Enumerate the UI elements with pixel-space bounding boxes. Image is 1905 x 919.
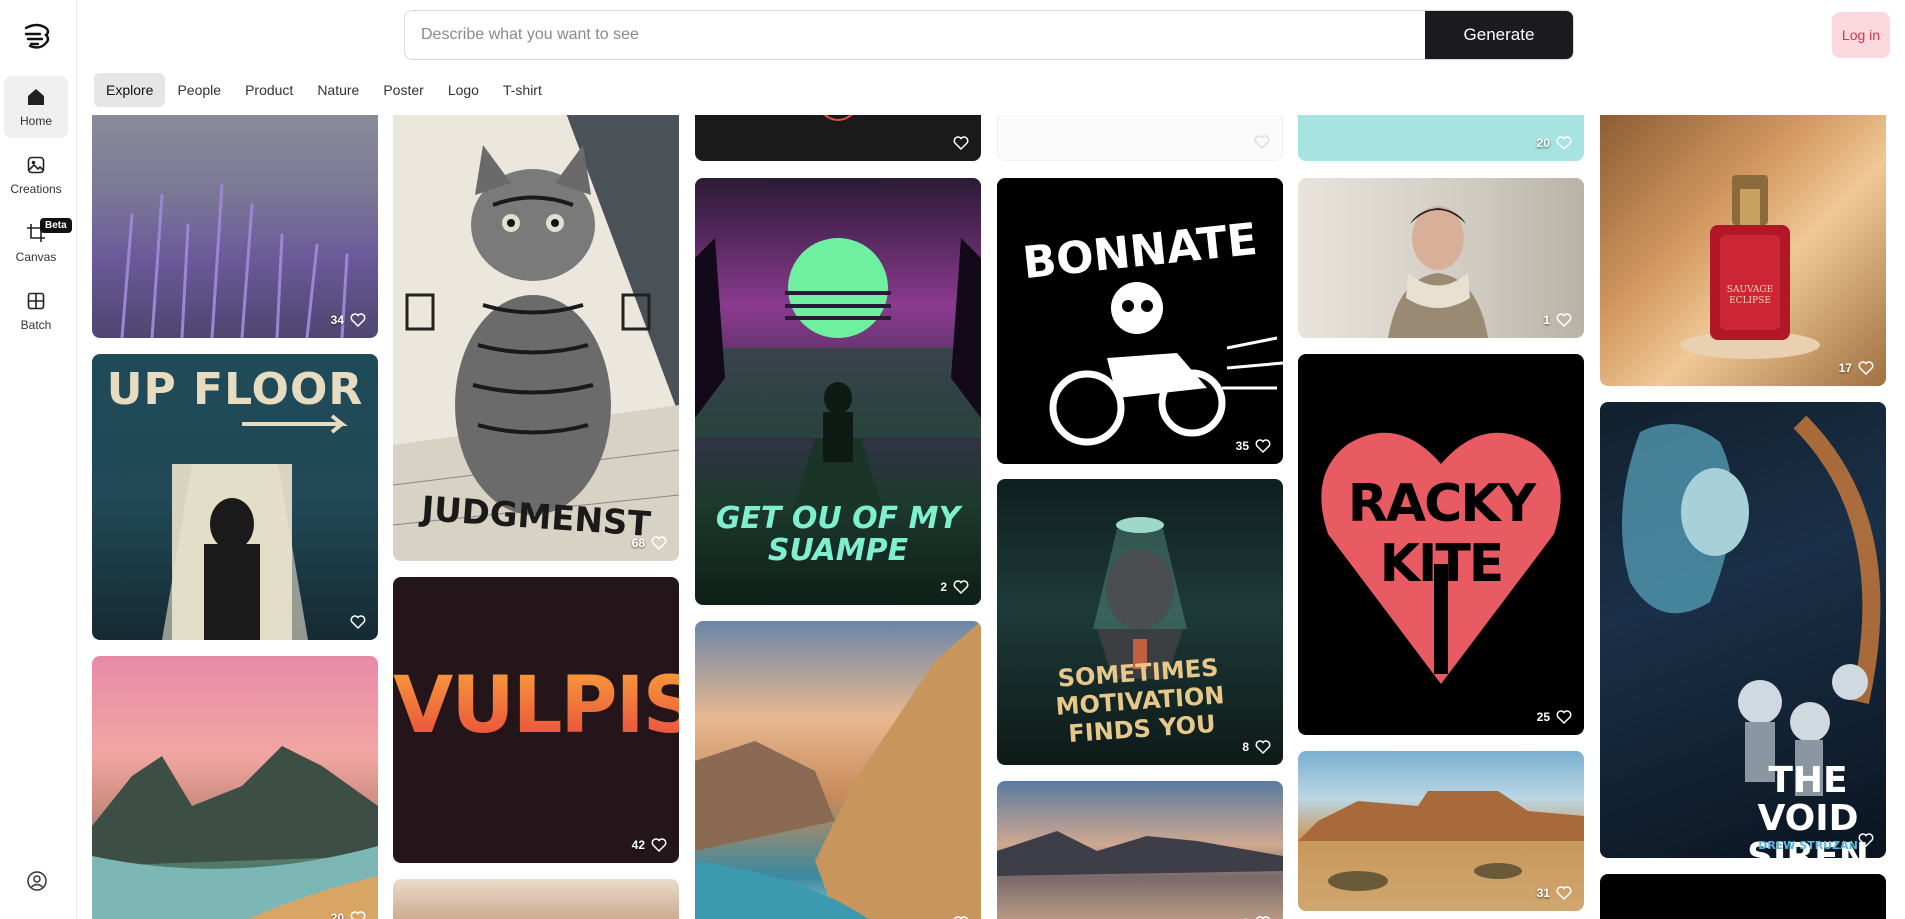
heart-icon: [1254, 135, 1270, 150]
user-icon[interactable]: [26, 870, 48, 892]
like-counter[interactable]: [947, 915, 969, 919]
card-image: [1388, 206, 1488, 338]
gallery-card[interactable]: BONNATE 35: [997, 178, 1283, 464]
app-logo-icon[interactable]: [20, 20, 54, 54]
like-counter[interactable]: 34: [331, 312, 366, 328]
gallery-card[interactable]: 31: [1298, 751, 1584, 911]
card-image: [120, 183, 349, 338]
tab-explore[interactable]: Explore: [94, 73, 166, 107]
home-icon: [25, 86, 47, 108]
beta-badge: Beta: [40, 218, 72, 233]
gallery-card[interactable]: SAUVAGE ECLIPSE 17: [1600, 115, 1886, 386]
image-gallery: 34 UP FLOOR 20 JUDGMENST 68 VULPIS 42 GE…: [92, 115, 1888, 919]
like-counter[interactable]: 2: [940, 579, 969, 595]
like-counter[interactable]: 20: [331, 910, 366, 919]
like-counter[interactable]: [947, 135, 969, 151]
gallery-card[interactable]: [1600, 874, 1886, 919]
sidebar-item-label: Creations: [10, 182, 62, 196]
heart-icon: [953, 136, 969, 151]
prompt-bar: Generate: [404, 10, 1574, 60]
gallery-card[interactable]: THE VOID SIREN DREW STRUZAN: [1600, 402, 1886, 858]
like-counter[interactable]: 17: [1839, 360, 1874, 376]
like-counter[interactable]: 35: [1236, 438, 1271, 454]
grid-icon: [25, 290, 47, 312]
like-counter[interactable]: 2: [1242, 915, 1271, 919]
card-image: [1049, 282, 1283, 446]
image-icon: [25, 154, 47, 176]
sidebar-item-home[interactable]: Home: [4, 76, 68, 138]
gallery-card[interactable]: [997, 115, 1283, 161]
gallery-card[interactable]: SOMETIMES MOTIVATION FINDS YOU 8: [997, 479, 1283, 765]
heart-icon: [1255, 740, 1271, 755]
prompt-input[interactable]: [405, 11, 1425, 59]
gallery-card[interactable]: 20: [1298, 115, 1584, 161]
like-counter[interactable]: [1852, 832, 1874, 848]
heart-icon: [1255, 916, 1271, 919]
gallery-card[interactable]: [393, 879, 679, 919]
tab-nature[interactable]: Nature: [305, 73, 371, 107]
heart-icon: [651, 838, 667, 853]
heart-icon: [1858, 361, 1874, 376]
login-button[interactable]: Log in: [1832, 12, 1890, 58]
tab-people[interactable]: People: [165, 73, 233, 107]
heart-icon: [350, 313, 366, 328]
gallery-card[interactable]: RACKY KITE 25: [1298, 354, 1584, 735]
heart-icon: [1255, 439, 1271, 454]
gallery-card[interactable]: [695, 115, 981, 161]
generate-button[interactable]: Generate: [1425, 11, 1573, 59]
gallery-card[interactable]: 34: [92, 115, 378, 338]
like-counter[interactable]: 42: [632, 837, 667, 853]
gallery-card[interactable]: [695, 621, 981, 919]
heart-icon: [1556, 313, 1572, 328]
tab-poster[interactable]: Poster: [371, 73, 435, 107]
like-counter[interactable]: 31: [1537, 885, 1572, 901]
card-image: [695, 621, 981, 919]
card-image: [162, 414, 348, 640]
like-counter[interactable]: 68: [632, 535, 667, 551]
gallery-card[interactable]: UP FLOOR: [92, 354, 378, 640]
like-counter[interactable]: 8: [1242, 739, 1271, 755]
heart-icon: [1556, 136, 1572, 151]
heart-icon: [953, 916, 969, 919]
card-image: [1680, 175, 1820, 359]
like-counter[interactable]: [1248, 134, 1270, 150]
category-tabs: Explore People Product Nature Poster Log…: [94, 73, 554, 107]
sidebar-item-label: Batch: [20, 318, 52, 332]
sidebar-item-creations[interactable]: Creations: [4, 144, 68, 206]
sidebar: Home Creations Beta Canvas Batch: [0, 0, 77, 919]
sidebar-item-batch[interactable]: Batch: [4, 280, 68, 342]
like-counter[interactable]: [344, 614, 366, 630]
heart-icon: [350, 911, 366, 919]
tab-product[interactable]: Product: [233, 73, 305, 107]
sidebar-item-canvas[interactable]: Beta Canvas: [4, 212, 72, 274]
like-counter[interactable]: 1: [1543, 312, 1572, 328]
gallery-card[interactable]: 2: [997, 781, 1283, 919]
gallery-card[interactable]: VULPIS 42: [393, 577, 679, 863]
heart-icon: [350, 615, 366, 630]
gallery-card[interactable]: 20: [92, 656, 378, 919]
like-counter[interactable]: 25: [1537, 709, 1572, 725]
heart-icon: [1556, 710, 1572, 725]
like-counter[interactable]: 20: [1537, 135, 1572, 151]
heart-icon: [1858, 833, 1874, 848]
card-image: [997, 831, 1283, 876]
gallery-card[interactable]: GET OU OF MY SUAMPE 2: [695, 178, 981, 605]
tab-logo[interactable]: Logo: [436, 73, 491, 107]
heart-icon: [1556, 886, 1572, 901]
heart-icon: [651, 536, 667, 551]
gallery-card[interactable]: JUDGMENST 68: [393, 115, 679, 561]
card-image: [823, 115, 853, 121]
card-image: [92, 746, 378, 919]
sidebar-item-label: Canvas: [15, 250, 57, 264]
heart-icon: [953, 580, 969, 595]
gallery-card[interactable]: 1: [1298, 178, 1584, 338]
tab-tshirt[interactable]: T-shirt: [491, 73, 554, 107]
sidebar-item-label: Home: [19, 114, 52, 128]
